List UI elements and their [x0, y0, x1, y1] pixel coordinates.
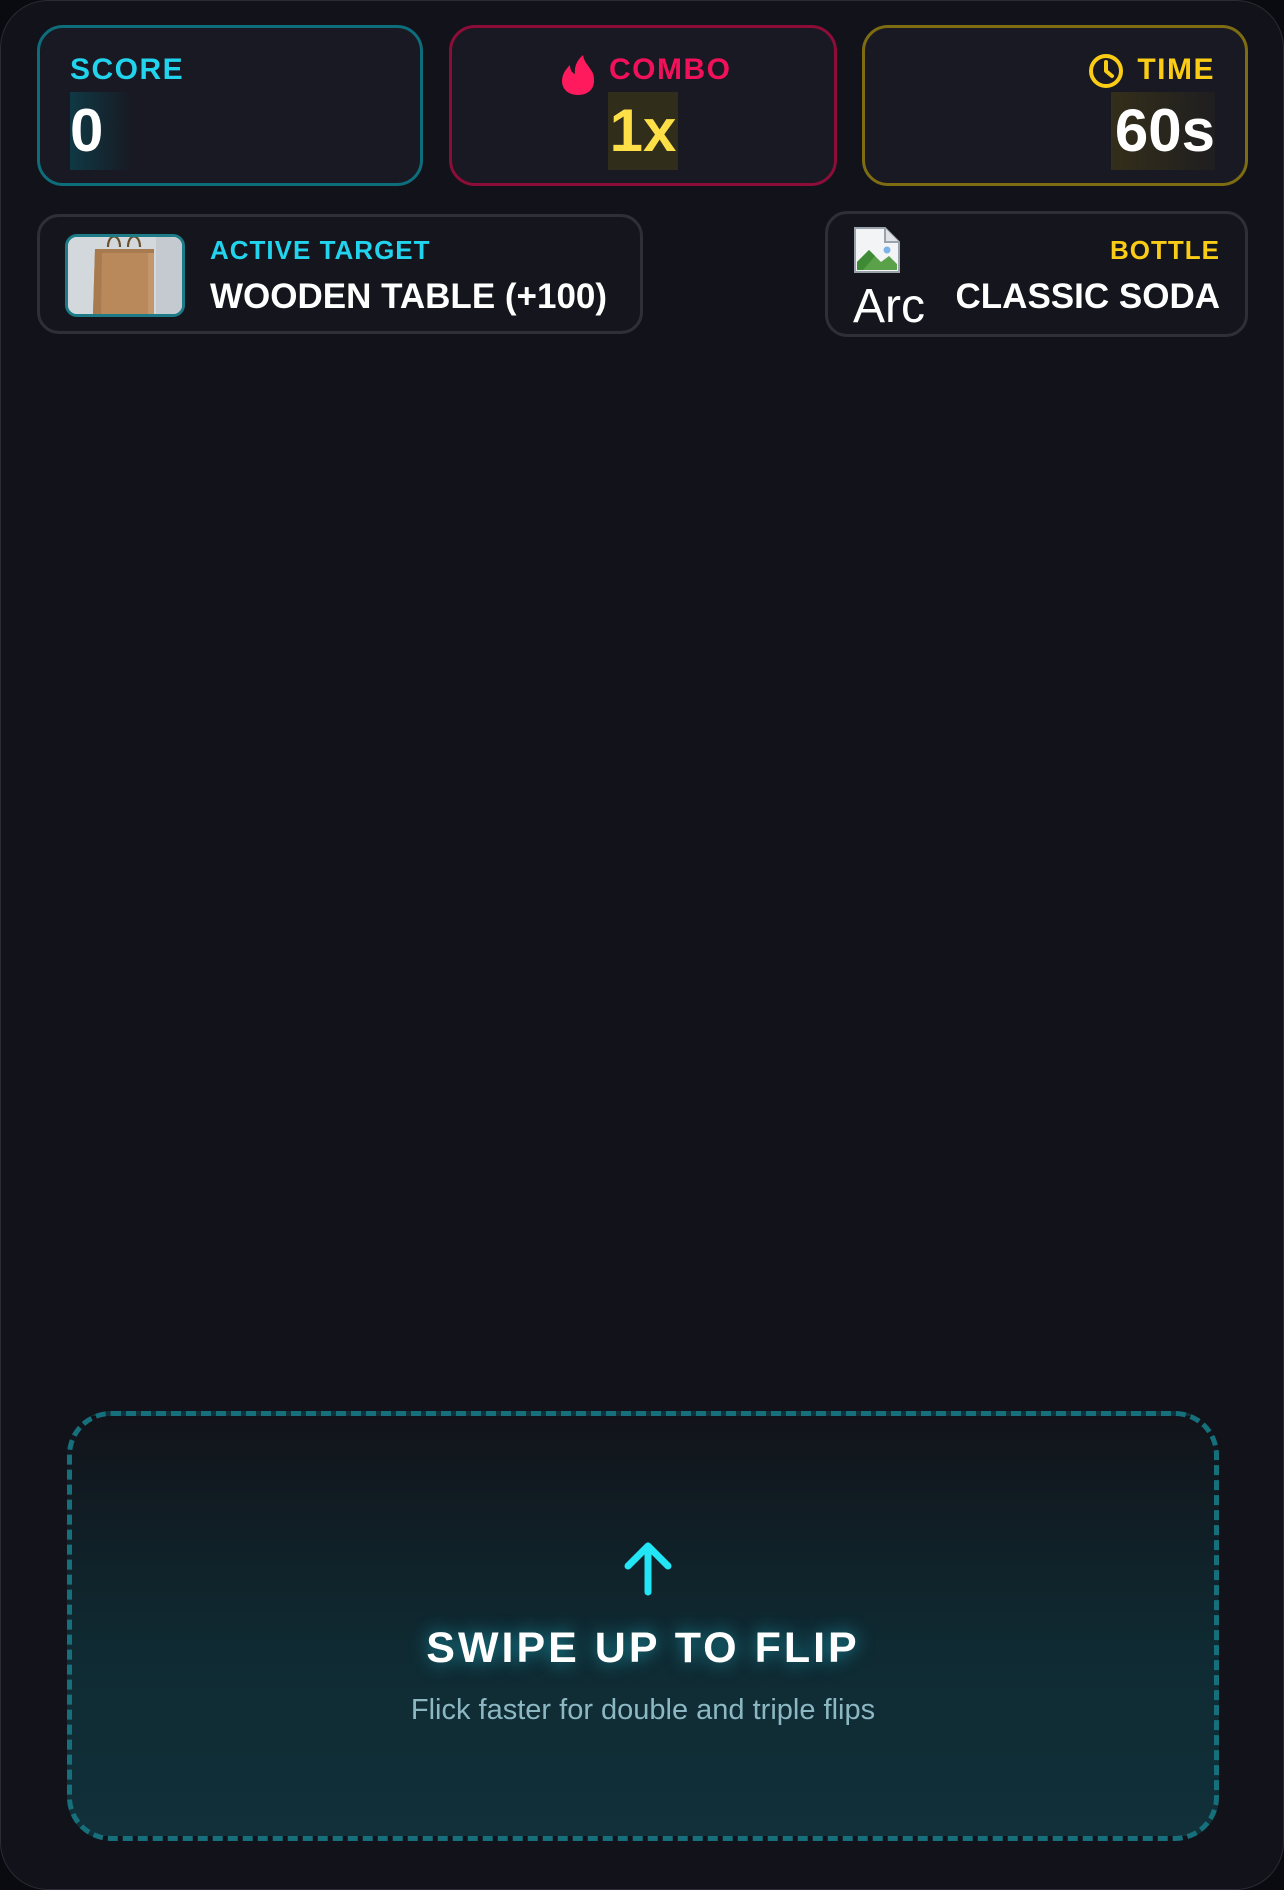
time-label: TIME [1137, 53, 1215, 86]
bottle-label: BOTTLE [1110, 235, 1220, 265]
active-target-card[interactable]: ACTIVE TARGET WOODEN TABLE (+100) [37, 214, 643, 334]
score-panel: SCORE 0 [37, 25, 423, 186]
broken-image-icon [854, 227, 900, 273]
combo-value: 1x [607, 92, 679, 170]
active-target-name: WOODEN TABLE (+100) [210, 277, 608, 316]
bottle-image: Arc [853, 226, 925, 332]
combo-label: COMBO [609, 53, 732, 86]
combo-value-wrap: 1x [452, 92, 834, 170]
flame-icon [562, 55, 594, 95]
swipe-title: SWIPE UP TO FLIP [426, 1624, 860, 1672]
paper-bag-image [68, 237, 182, 314]
bottle-image-alt: Arc [853, 280, 925, 333]
active-target-label: ACTIVE TARGET [210, 235, 431, 265]
bottle-name: CLASSIC SODA [955, 277, 1220, 316]
time-value: 60s [1110, 92, 1215, 170]
game-screen: SCORE 0 COMBO 1x TIME 60s ACTIVE TARGET … [0, 0, 1284, 1890]
arrow-up-icon [624, 1542, 672, 1596]
time-panel: TIME 60s [862, 25, 1248, 186]
score-value: 0 [70, 92, 134, 170]
clock-icon [1089, 54, 1123, 88]
combo-panel: COMBO 1x [449, 25, 837, 186]
target-thumbnail [65, 234, 185, 317]
swipe-zone[interactable]: SWIPE UP TO FLIP Flick faster for double… [67, 1411, 1219, 1841]
swipe-subtitle: Flick faster for double and triple flips [410, 1694, 876, 1726]
score-label: SCORE [70, 53, 185, 86]
bottle-card[interactable]: Arc BOTTLE CLASSIC SODA [825, 211, 1248, 337]
